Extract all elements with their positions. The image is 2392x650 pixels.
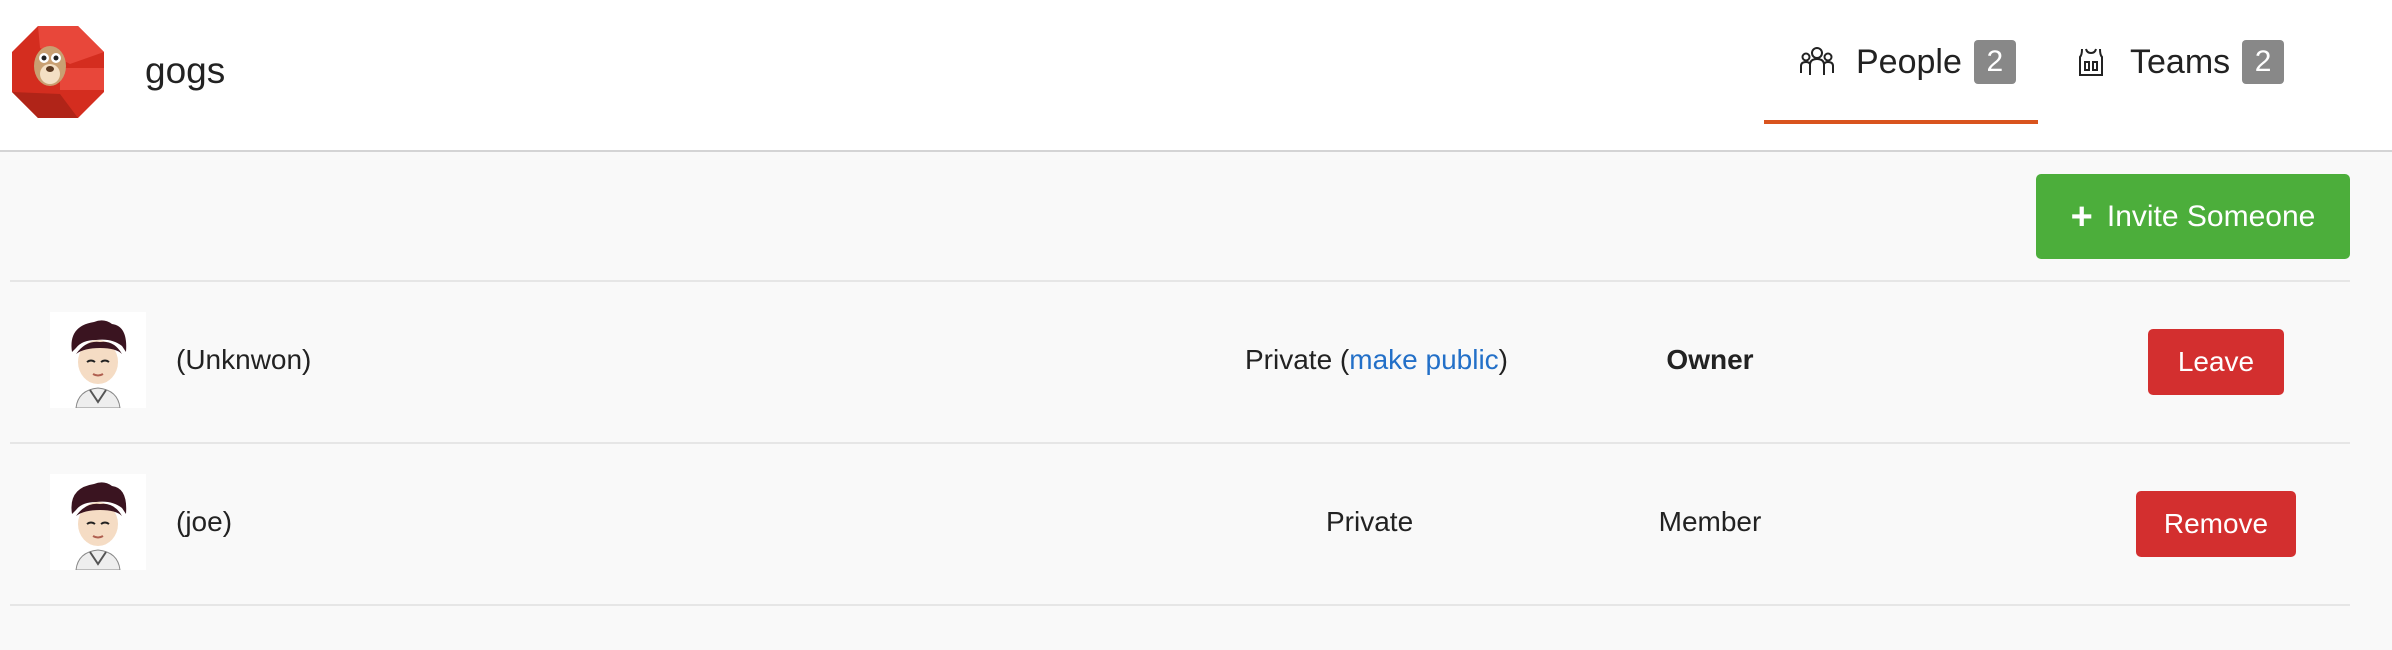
tab-teams[interactable]: Teams 2 <box>2074 0 2285 124</box>
remove-button[interactable]: Remove <box>2136 491 2296 557</box>
tab-teams-label: Teams <box>2130 42 2231 81</box>
avatar <box>50 312 146 408</box>
active-tab-indicator <box>1764 120 2038 124</box>
member-row: (Unknwon) Private (make public) Owner Le… <box>10 282 2350 442</box>
people-icon <box>1800 45 1834 79</box>
invite-button-label: Invite Someone <box>2106 199 2316 233</box>
org-header: gogs People 2 Teams 2 <box>0 0 2392 152</box>
gogs-logo[interactable] <box>10 24 106 120</box>
invite-someone-button[interactable]: + Invite Someone <box>2036 174 2350 259</box>
teams-count-badge: 2 <box>2242 40 2285 84</box>
member-visibility: Private (make public) <box>1245 344 1508 375</box>
member-row: (joe) Private Member Remove <box>10 444 2350 604</box>
visibility-status: Private <box>1326 506 1414 537</box>
make-public-link[interactable]: make public <box>1349 344 1498 375</box>
leave-button[interactable]: Leave <box>2148 329 2284 395</box>
member-visibility: Private <box>1326 506 1413 538</box>
divider <box>10 604 2350 606</box>
tab-people[interactable]: People 2 <box>1800 0 2016 124</box>
tab-people-label: People <box>1856 42 1962 81</box>
member-name: (Unknwon) <box>176 344 312 375</box>
member-name: (joe) <box>176 506 233 537</box>
teams-icon <box>2074 45 2108 79</box>
plus-icon: + <box>2070 195 2093 238</box>
member-role: Member <box>1658 506 1762 537</box>
org-name: gogs <box>145 50 226 91</box>
people-count-badge: 2 <box>1973 40 2016 84</box>
avatar <box>50 474 146 570</box>
member-role: Owner <box>1666 344 1754 375</box>
visibility-status: Private <box>1245 344 1333 375</box>
